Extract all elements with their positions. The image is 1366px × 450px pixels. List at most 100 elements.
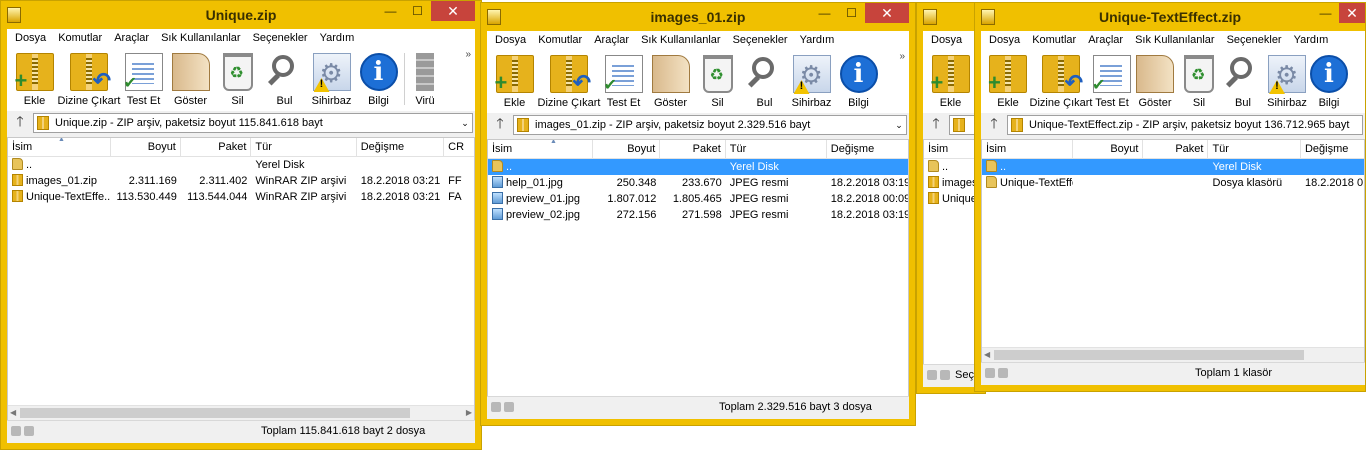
up-arrow-icon[interactable]: 🡑 bbox=[981, 113, 1007, 137]
column-size[interactable]: Boyut bbox=[111, 138, 181, 156]
column-size[interactable]: Boyut bbox=[1073, 140, 1144, 158]
info-button[interactable]: Bilgi bbox=[1309, 49, 1349, 113]
up-arrow-icon[interactable]: 🡑 bbox=[923, 113, 949, 137]
list-item[interactable]: images_01.zip 2.311.169 2.311.402 WinRAR… bbox=[8, 173, 474, 189]
maximize-icon[interactable]: ☐ bbox=[838, 3, 865, 23]
title-bar[interactable]: images_01.zip — ☐ ✕ bbox=[481, 3, 915, 31]
menu-araclar[interactable]: Araçlar bbox=[108, 32, 155, 44]
menu-araclar[interactable]: Araçlar bbox=[1082, 34, 1129, 46]
minimize-icon[interactable]: — bbox=[811, 3, 838, 23]
column-packed[interactable]: Paket bbox=[660, 140, 726, 158]
virus-scan-button[interactable]: Virü bbox=[412, 47, 438, 111]
menu-komutlar[interactable]: Komutlar bbox=[1026, 34, 1082, 46]
test-button[interactable]: Test Et bbox=[600, 49, 647, 113]
list-item-parent[interactable]: .. bbox=[924, 159, 978, 175]
menu-dosya[interactable]: Dosya bbox=[9, 32, 52, 44]
list-item[interactable]: preview_02.jpg 272.156 271.598 JPEG resm… bbox=[488, 207, 908, 223]
title-bar[interactable]: Unique.zip — ☐ ✕ bbox=[1, 1, 481, 29]
list-item[interactable]: Unique- bbox=[924, 191, 978, 207]
wizard-button[interactable]: Sihirbaz bbox=[788, 49, 835, 113]
list-item-parent-selected[interactable]: .. Yerel Disk bbox=[488, 159, 908, 175]
address-field[interactable]: Unique.zip - ZIP arşiv, paketsiz boyut 1… bbox=[33, 113, 473, 133]
chevron-down-icon[interactable]: ⌄ bbox=[458, 118, 472, 129]
address-field[interactable] bbox=[949, 115, 977, 135]
lock-icon[interactable] bbox=[504, 402, 514, 412]
scroll-right-icon[interactable]: ▶ bbox=[466, 406, 472, 420]
list-item[interactable]: Unique-TextEffect Dosya klasörü 18.2.201… bbox=[982, 175, 1364, 191]
column-type[interactable]: Tür bbox=[726, 140, 827, 158]
drive-icon[interactable] bbox=[11, 426, 21, 436]
view-button[interactable]: Göster bbox=[1133, 49, 1177, 113]
menu-araclar[interactable]: Araçlar bbox=[588, 34, 635, 46]
add-button[interactable]: Ekle bbox=[491, 49, 538, 113]
drive-icon[interactable] bbox=[985, 368, 995, 378]
list-item[interactable]: help_01.jpg 250.348 233.670 JPEG resmi 1… bbox=[488, 175, 908, 191]
menu-secenekler[interactable]: Seçenekler bbox=[1221, 34, 1288, 46]
up-arrow-icon[interactable]: 🡑 bbox=[487, 113, 513, 137]
column-modified[interactable]: Değişme bbox=[1301, 140, 1364, 158]
lock-icon[interactable] bbox=[24, 426, 34, 436]
column-crc[interactable]: CR bbox=[444, 138, 474, 156]
close-icon[interactable]: ✕ bbox=[1339, 3, 1365, 23]
menu-komutlar[interactable]: Komutlar bbox=[532, 34, 588, 46]
column-type[interactable]: Tür bbox=[1208, 140, 1301, 158]
extract-button[interactable]: Dizine Çıkart bbox=[538, 49, 600, 113]
menu-sik-kullanilanlar[interactable]: Sık Kullanılanlar bbox=[1129, 34, 1221, 46]
test-button[interactable]: Test Et bbox=[120, 47, 167, 111]
minimize-icon[interactable]: — bbox=[1312, 3, 1339, 23]
scrollbar-thumb[interactable] bbox=[994, 350, 1304, 360]
view-button[interactable]: Göster bbox=[167, 47, 214, 111]
lock-icon[interactable] bbox=[940, 370, 950, 380]
list-item-parent-selected[interactable]: .. Yerel Disk bbox=[982, 159, 1364, 175]
chevron-down-icon[interactable]: ⌄ bbox=[892, 120, 906, 131]
wizard-button[interactable]: Sihirbaz bbox=[1265, 49, 1309, 113]
extract-button[interactable]: Dizine Çıkart bbox=[1030, 49, 1092, 113]
column-name[interactable]: İsim bbox=[982, 140, 1073, 158]
add-button[interactable]: Ekle bbox=[985, 49, 1031, 113]
close-icon[interactable]: ✕ bbox=[431, 1, 475, 21]
column-packed[interactable]: Paket bbox=[1143, 140, 1209, 158]
menu-dosya[interactable]: Dosya bbox=[489, 34, 532, 46]
horizontal-scrollbar[interactable]: ◀ bbox=[982, 347, 1364, 362]
list-item[interactable]: images_ bbox=[924, 175, 978, 191]
menu-yardim[interactable]: Yardım bbox=[314, 32, 361, 44]
delete-button[interactable]: Sil bbox=[1177, 49, 1221, 113]
horizontal-scrollbar[interactable]: ◀ ▶ bbox=[8, 405, 474, 420]
menu-sik-kullanilanlar[interactable]: Sık Kullanılanlar bbox=[155, 32, 247, 44]
view-button[interactable]: Göster bbox=[647, 49, 694, 113]
find-button[interactable]: Bul bbox=[741, 49, 788, 113]
address-field[interactable]: images_01.zip - ZIP arşiv, paketsiz boyu… bbox=[513, 115, 907, 135]
column-packed[interactable]: Paket bbox=[181, 138, 252, 156]
up-arrow-icon[interactable]: 🡑 bbox=[7, 111, 33, 135]
column-name[interactable]: İsim bbox=[924, 140, 978, 158]
list-item[interactable]: Unique-TextEffe... 113.530.449 113.544.0… bbox=[8, 189, 474, 205]
lock-icon[interactable] bbox=[998, 368, 1008, 378]
close-icon[interactable]: ✕ bbox=[865, 3, 909, 23]
info-button[interactable]: Bilgi bbox=[355, 47, 402, 111]
menu-komutlar[interactable]: Komutlar bbox=[52, 32, 108, 44]
extract-button[interactable]: Dizine Çıkart bbox=[58, 47, 120, 111]
maximize-icon[interactable]: ☐ bbox=[404, 1, 431, 21]
menu-sik-kullanilanlar[interactable]: Sık Kullanılanlar bbox=[635, 34, 727, 46]
menu-dosya[interactable]: Dosya bbox=[925, 34, 968, 46]
drive-icon[interactable] bbox=[491, 402, 501, 412]
test-button[interactable]: Test Et bbox=[1091, 49, 1133, 113]
address-field[interactable]: Unique-TextEffect.zip - ZIP arşiv, paket… bbox=[1007, 115, 1363, 135]
scrollbar-thumb[interactable] bbox=[20, 408, 410, 418]
menu-yardim[interactable]: Yardım bbox=[1288, 34, 1335, 46]
find-button[interactable]: Bul bbox=[261, 47, 308, 111]
column-modified[interactable]: Değişme bbox=[357, 138, 445, 156]
title-bar[interactable]: Unique-TextEffect.zip — ✕ bbox=[975, 3, 1365, 31]
drive-icon[interactable] bbox=[927, 370, 937, 380]
list-item[interactable]: preview_01.jpg 1.807.012 1.805.465 JPEG … bbox=[488, 191, 908, 207]
column-modified[interactable]: Değişme bbox=[827, 140, 908, 158]
add-button[interactable]: Ekle bbox=[11, 47, 58, 111]
menu-secenekler[interactable]: Seçenekler bbox=[247, 32, 314, 44]
scroll-left-icon[interactable]: ◀ bbox=[984, 348, 990, 362]
delete-button[interactable]: Sil bbox=[694, 49, 741, 113]
list-item-parent[interactable]: .. Yerel Disk bbox=[8, 157, 474, 173]
menu-yardim[interactable]: Yardım bbox=[794, 34, 841, 46]
scroll-left-icon[interactable]: ◀ bbox=[10, 406, 16, 420]
info-button[interactable]: Bilgi bbox=[835, 49, 882, 113]
column-type[interactable]: Tür bbox=[251, 138, 357, 156]
